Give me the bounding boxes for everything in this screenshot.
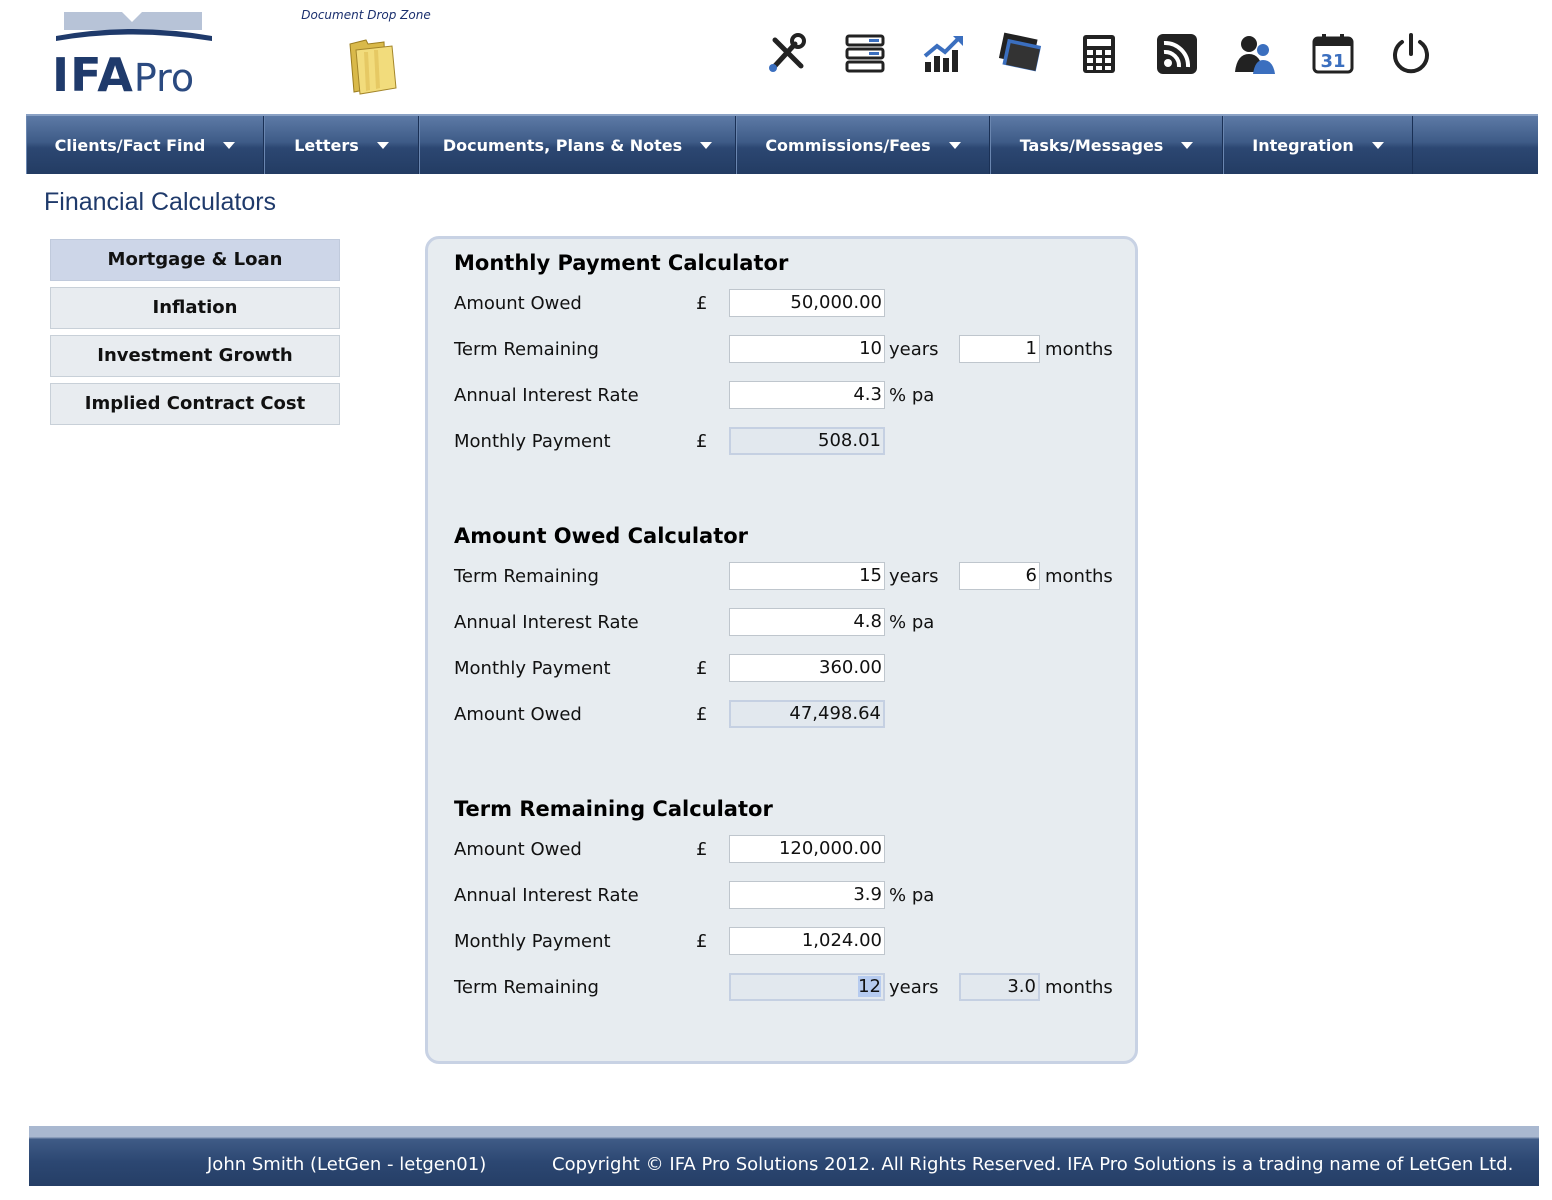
caret-down-icon — [1181, 141, 1194, 149]
users-icon[interactable] — [1216, 28, 1294, 80]
amount-owed-calc-title: Amount Owed Calculator — [454, 524, 749, 548]
header: IFAPro Document Drop Zone 31 — [0, 0, 1552, 112]
toolbar: 31 — [748, 28, 1450, 80]
mp-term-years-input[interactable]: 10 — [729, 335, 885, 363]
amount-owed-label: Amount Owed — [454, 293, 582, 314]
nav-label: Tasks/Messages — [1019, 135, 1164, 155]
menu-implied-contract-cost[interactable]: Implied Contract Cost — [50, 383, 340, 425]
amount-owed-label: Amount Owed — [454, 704, 582, 725]
nav-label: Documents, Plans & Notes — [442, 135, 683, 155]
amount-owed-label: Amount Owed — [454, 839, 582, 860]
logged-in-user: John Smith (LetGen - letgen01) — [207, 1154, 487, 1175]
calendar-day-text: 31 — [1320, 51, 1345, 72]
drop-zone-label: Document Drop Zone — [301, 8, 431, 22]
growth-chart-icon[interactable] — [904, 28, 982, 80]
monthly-payment-label: Monthly Payment — [454, 658, 611, 679]
copyright-text: Copyright © IFA Pro Solutions 2012. All … — [552, 1154, 1514, 1175]
menu-mortgage-loan[interactable]: Mortgage & Loan — [50, 239, 340, 281]
banknotes-icon[interactable] — [982, 28, 1060, 80]
mp-interest-rate-input[interactable]: 4.3 — [729, 381, 885, 409]
term-remaining-label: Term Remaining — [454, 339, 599, 360]
tools-icon[interactable] — [748, 28, 826, 80]
mp-term-months-input[interactable]: 1 — [959, 335, 1040, 363]
nav-label: Clients/Fact Find — [54, 135, 206, 155]
menu-investment-growth[interactable]: Investment Growth — [50, 335, 340, 377]
page-title: Financial Calculators — [44, 188, 277, 216]
ao-term-months-input[interactable]: 6 — [959, 562, 1040, 590]
percent-pa-unit: % pa — [889, 385, 935, 406]
caret-down-icon — [376, 141, 389, 149]
ifa-pro-logo[interactable]: IFAPro — [52, 8, 217, 100]
pound-symbol: £ — [696, 931, 708, 952]
nav-tasks-messages[interactable]: Tasks/Messages — [990, 116, 1223, 174]
monthly-payment-calc-title: Monthly Payment Calculator — [454, 251, 789, 275]
caret-down-icon — [948, 141, 961, 149]
term-remaining-label: Term Remaining — [454, 566, 599, 587]
server-icon[interactable] — [826, 28, 904, 80]
ao-interest-rate-input[interactable]: 4.8 — [729, 608, 885, 636]
nav-commissions-fees[interactable]: Commissions/Fees — [736, 116, 990, 174]
tr-term-months-result: 3.0 — [959, 973, 1040, 1001]
interest-rate-label: Annual Interest Rate — [454, 885, 639, 906]
rss-icon[interactable] — [1138, 28, 1216, 80]
main-nav: Clients/Fact Find Letters Documents, Pla… — [26, 114, 1538, 174]
nav-label: Integration — [1252, 135, 1354, 155]
percent-pa-unit: % pa — [889, 612, 935, 633]
caret-down-icon — [1371, 141, 1384, 149]
footer: John Smith (LetGen - letgen01) Copyright… — [29, 1126, 1539, 1186]
months-unit: months — [1045, 566, 1113, 587]
mp-monthly-payment-result: 508.01 — [729, 427, 885, 455]
months-unit: months — [1045, 977, 1113, 998]
calendar-icon[interactable]: 31 — [1294, 28, 1372, 80]
nav-clients-fact-find[interactable]: Clients/Fact Find — [26, 116, 264, 174]
logo-text: IFAPro — [52, 48, 195, 102]
years-unit: years — [889, 566, 939, 587]
interest-rate-label: Annual Interest Rate — [454, 612, 639, 633]
calculator-panel: Monthly Payment Calculator Amount Owed £… — [425, 236, 1138, 1064]
percent-pa-unit: % pa — [889, 885, 935, 906]
term-remaining-label: Term Remaining — [454, 977, 599, 998]
nav-documents-plans-notes[interactable]: Documents, Plans & Notes — [419, 116, 736, 174]
monthly-payment-label: Monthly Payment — [454, 931, 611, 952]
tr-interest-rate-input[interactable]: 3.9 — [729, 881, 885, 909]
nav-letters[interactable]: Letters — [264, 116, 419, 174]
years-unit: years — [889, 977, 939, 998]
term-remaining-calc-title: Term Remaining Calculator — [454, 797, 773, 821]
menu-inflation[interactable]: Inflation — [50, 287, 340, 329]
selected-text: 12 — [858, 976, 881, 997]
book-logo-icon — [56, 12, 212, 41]
months-unit: months — [1045, 339, 1113, 360]
pound-symbol: £ — [696, 839, 708, 860]
pound-symbol: £ — [696, 658, 708, 679]
calculator-side-menu: Mortgage & Loan Inflation Investment Gro… — [50, 239, 340, 431]
monthly-payment-label: Monthly Payment — [454, 431, 611, 452]
pound-symbol: £ — [696, 431, 708, 452]
tr-term-years-result[interactable]: 12 — [729, 973, 885, 1001]
tr-amount-owed-input[interactable]: 120,000.00 — [729, 835, 885, 863]
power-icon[interactable] — [1372, 28, 1450, 80]
mp-amount-owed-input[interactable]: 50,000.00 — [729, 289, 885, 317]
nav-integration[interactable]: Integration — [1223, 116, 1413, 174]
calculator-icon[interactable] — [1060, 28, 1138, 80]
tr-monthly-payment-input[interactable]: 1,024.00 — [729, 927, 885, 955]
ao-amount-owed-result: 47,498.64 — [729, 700, 885, 728]
nav-label: Commissions/Fees — [765, 135, 931, 155]
caret-down-icon — [223, 141, 236, 149]
ao-monthly-payment-input[interactable]: 360.00 — [729, 654, 885, 682]
document-drop-zone[interactable]: Document Drop Zone — [296, 8, 436, 98]
pound-symbol: £ — [696, 293, 708, 314]
years-unit: years — [889, 339, 939, 360]
ao-term-years-input[interactable]: 15 — [729, 562, 885, 590]
folder-icon — [349, 39, 397, 95]
pound-symbol: £ — [696, 704, 708, 725]
caret-down-icon — [700, 141, 713, 149]
nav-label: Letters — [294, 135, 359, 155]
interest-rate-label: Annual Interest Rate — [454, 385, 639, 406]
